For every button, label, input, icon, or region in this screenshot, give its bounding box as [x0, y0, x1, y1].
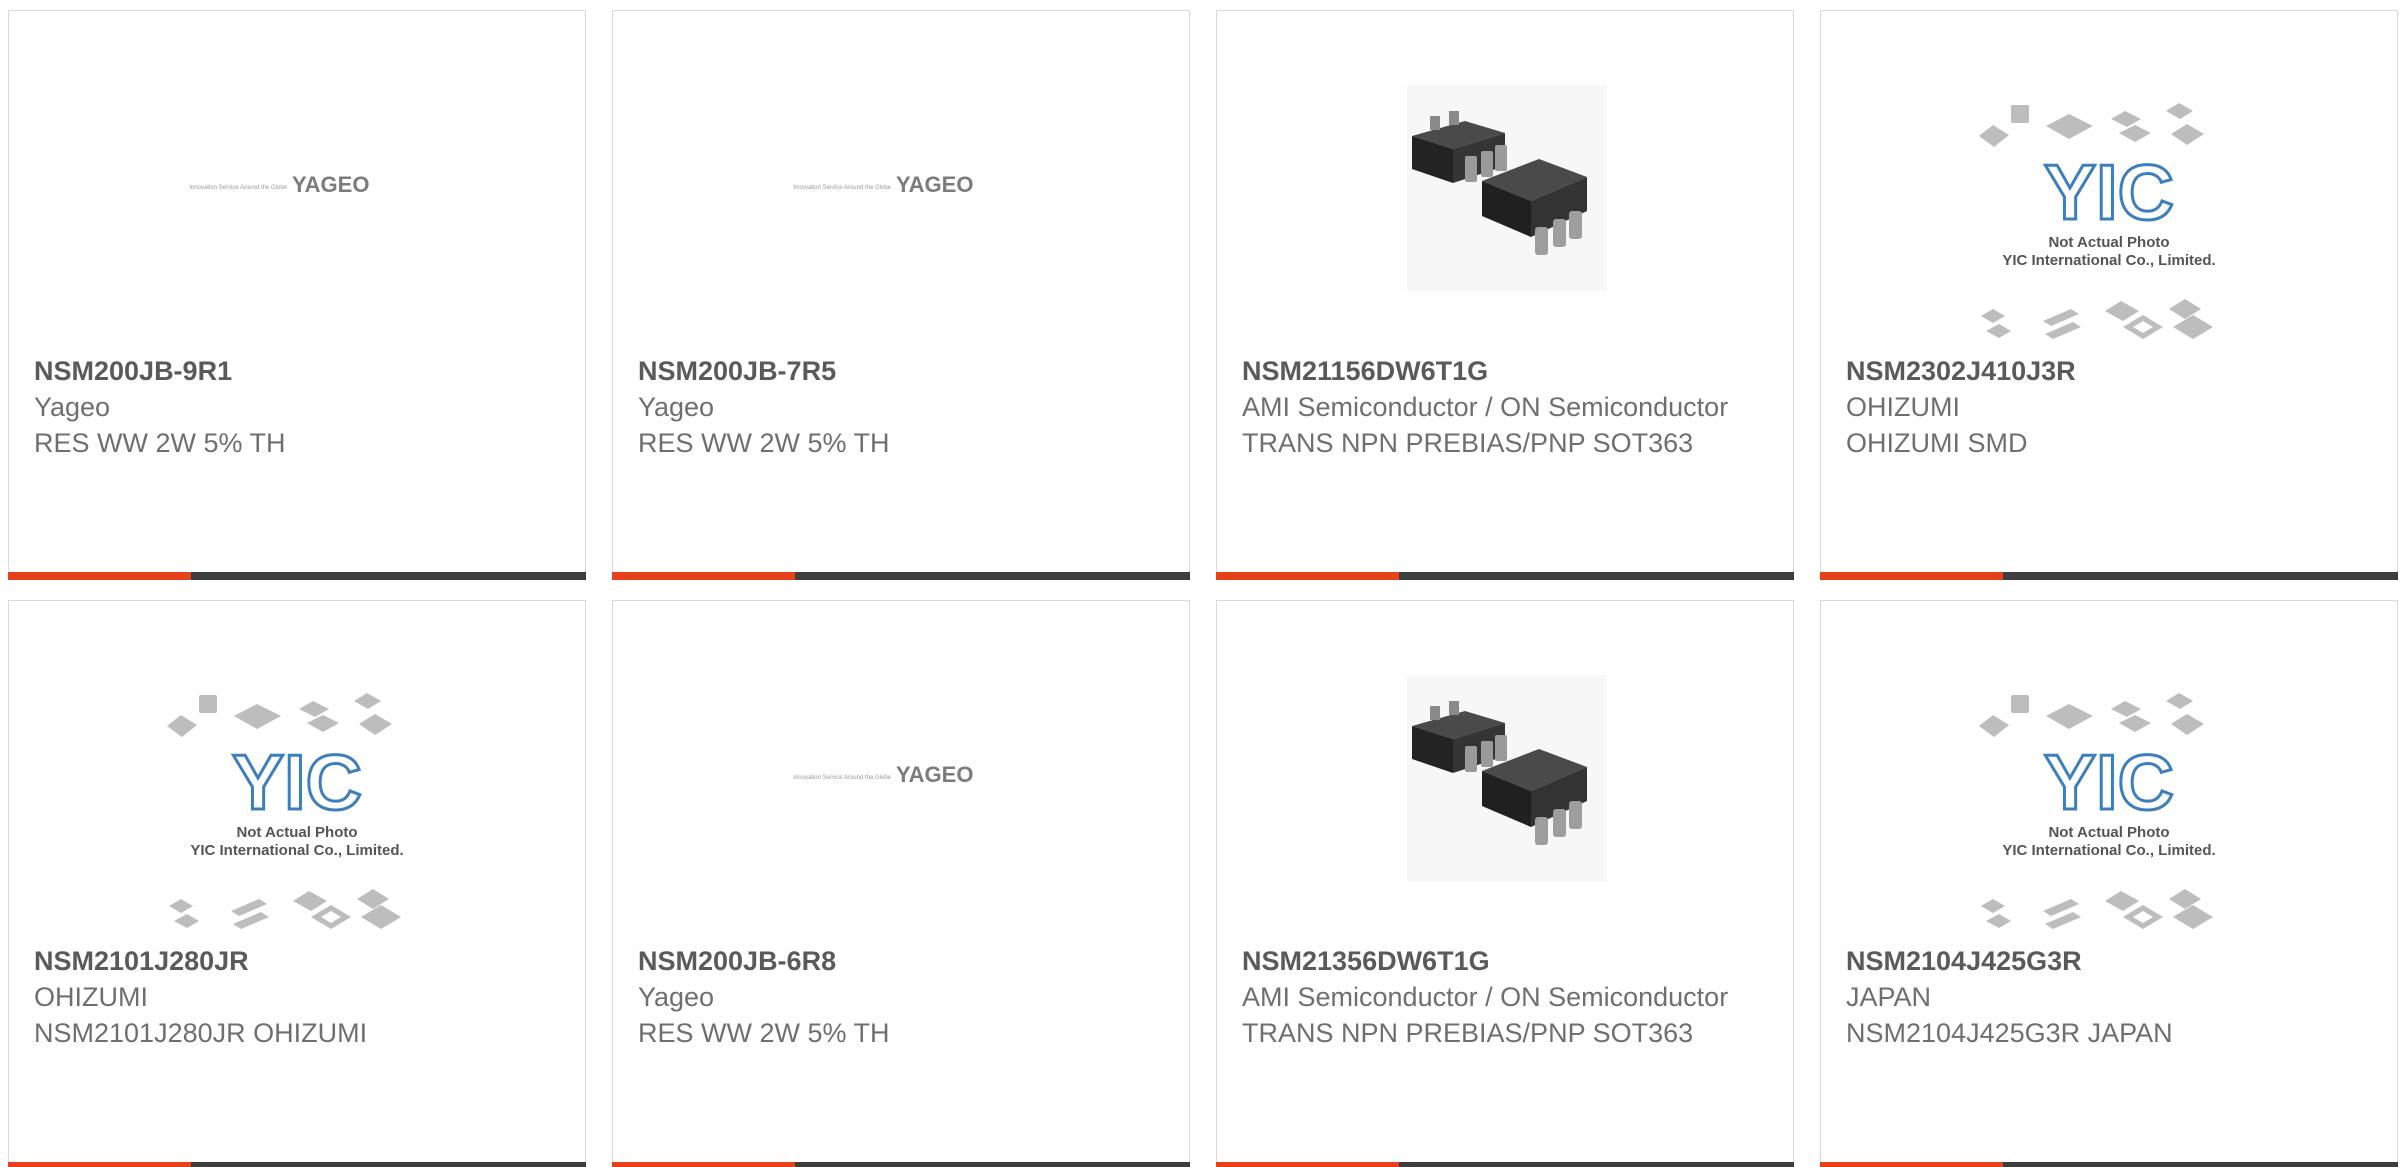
- manufacturer: JAPAN: [1846, 982, 1932, 1012]
- manufacturer: AMI Semiconductor / ON Semiconductor: [1242, 982, 1729, 1012]
- product-card[interactable]: YIC Not Actual Photo YIC International C…: [1820, 10, 2398, 580]
- manufacturer: AMI Semiconductor / ON Semiconductor: [1242, 392, 1729, 422]
- svg-text:YIC International Co., Limited: YIC International Co., Limited.: [2002, 252, 2215, 269]
- card-accent-bar: [8, 1162, 191, 1167]
- product-image[interactable]: Innovation Service Around the Globe YAGE…: [613, 601, 1189, 941]
- card-accent-bar: [612, 572, 795, 580]
- yageo-logo: Innovation Service Around the Globe YAGE…: [793, 172, 973, 197]
- svg-text:YIC International Co., Limited: YIC International Co., Limited.: [190, 842, 403, 859]
- product-card[interactable]: Innovation Service Around the Globe YAGE…: [612, 600, 1190, 1167]
- yic-placeholder: YIC Not Actual Photo YIC International C…: [167, 693, 404, 929]
- part-number[interactable]: NSM200JB-6R8: [638, 943, 1158, 979]
- card-accent-bar: [1216, 572, 1399, 580]
- card-accent-bar: [1216, 1162, 1399, 1167]
- svg-text:YAGEO: YAGEO: [896, 762, 973, 787]
- card-bottom-bar: [1216, 572, 1794, 580]
- sot363-photo: [1407, 675, 1607, 881]
- svg-text:YIC: YIC: [2044, 148, 2174, 236]
- svg-text:Not Actual Photo: Not Actual Photo: [236, 824, 357, 841]
- sot363-photo: [1407, 85, 1607, 291]
- card-bottom-bar: [8, 572, 586, 580]
- description: RES WW 2W 5% TH: [34, 428, 286, 458]
- svg-text:YAGEO: YAGEO: [896, 172, 973, 197]
- card-accent-bar: [1820, 572, 2003, 580]
- manufacturer: OHIZUMI: [1846, 392, 1960, 422]
- card-accent-bar: [8, 572, 191, 580]
- card-bottom-bar: [1820, 1162, 2398, 1167]
- part-number[interactable]: NSM21156DW6T1G: [1242, 353, 1762, 389]
- card-accent-bar: [1820, 1162, 2003, 1167]
- part-number[interactable]: NSM200JB-9R1: [34, 353, 554, 389]
- card-accent-bar: [612, 1162, 795, 1167]
- part-number[interactable]: NSM21356DW6T1G: [1242, 943, 1762, 979]
- product-image[interactable]: YIC Not Actual Photo YIC International C…: [1821, 11, 2397, 351]
- card-bottom-bar: [1216, 1162, 1794, 1167]
- svg-text:Innovation Service Around the: Innovation Service Around the Globe: [793, 775, 891, 781]
- svg-text:Not Actual Photo: Not Actual Photo: [2048, 824, 2169, 841]
- product-card[interactable]: Innovation Service Around the Globe YAGE…: [8, 10, 586, 580]
- product-card[interactable]: NSM21156DW6T1G AMI Semiconductor / ON Se…: [1216, 10, 1794, 580]
- svg-text:Not Actual Photo: Not Actual Photo: [2048, 234, 2169, 251]
- svg-text:YIC International Co., Limited: YIC International Co., Limited.: [2002, 842, 2215, 859]
- svg-text:Innovation Service Around the: Innovation Service Around the Globe: [793, 185, 891, 191]
- description: NSM2104J425G3R JAPAN: [1846, 1018, 2173, 1048]
- product-card[interactable]: YIC Not Actual Photo YIC International C…: [8, 600, 586, 1167]
- description: OHIZUMI SMD: [1846, 428, 2028, 458]
- description: TRANS NPN PREBIAS/PNP SOT363: [1242, 428, 1694, 458]
- svg-text:YIC: YIC: [2044, 738, 2174, 826]
- product-image[interactable]: [1217, 601, 1793, 941]
- product-image[interactable]: YIC Not Actual Photo YIC International C…: [1821, 601, 2397, 941]
- svg-text:YIC: YIC: [232, 738, 362, 826]
- manufacturer: Yageo: [638, 392, 715, 422]
- product-image[interactable]: [1217, 11, 1793, 351]
- part-number[interactable]: NSM2101J280JR: [34, 943, 554, 979]
- description: RES WW 2W 5% TH: [638, 1018, 890, 1048]
- product-card[interactable]: YIC Not Actual Photo YIC International C…: [1820, 600, 2398, 1167]
- yic-placeholder: YIC Not Actual Photo YIC International C…: [1979, 103, 2216, 339]
- product-image[interactable]: Innovation Service Around the Globe YAGE…: [9, 11, 585, 351]
- svg-text:YAGEO: YAGEO: [292, 172, 369, 197]
- manufacturer: Yageo: [34, 392, 111, 422]
- card-bottom-bar: [612, 1162, 1190, 1167]
- yageo-logo: Innovation Service Around the Globe YAGE…: [189, 172, 369, 197]
- description: TRANS NPN PREBIAS/PNP SOT363: [1242, 1018, 1694, 1048]
- part-number[interactable]: NSM2104J425G3R: [1846, 943, 2366, 979]
- product-grid: Innovation Service Around the Globe YAGE…: [0, 0, 2400, 1167]
- part-number[interactable]: NSM200JB-7R5: [638, 353, 1158, 389]
- yageo-logo: Innovation Service Around the Globe YAGE…: [793, 762, 973, 787]
- product-card[interactable]: NSM21356DW6T1G AMI Semiconductor / ON Se…: [1216, 600, 1794, 1167]
- manufacturer: OHIZUMI: [34, 982, 148, 1012]
- card-bottom-bar: [8, 1162, 586, 1167]
- card-bottom-bar: [1820, 572, 2398, 580]
- part-number[interactable]: NSM2302J410J3R: [1846, 353, 2366, 389]
- product-image[interactable]: Innovation Service Around the Globe YAGE…: [613, 11, 1189, 351]
- description: RES WW 2W 5% TH: [638, 428, 890, 458]
- card-bottom-bar: [612, 572, 1190, 580]
- product-card[interactable]: Innovation Service Around the Globe YAGE…: [612, 10, 1190, 580]
- description: NSM2101J280JR OHIZUMI: [34, 1018, 368, 1048]
- svg-text:Innovation Service Around the: Innovation Service Around the Globe: [189, 185, 287, 191]
- product-image[interactable]: YIC Not Actual Photo YIC International C…: [9, 601, 585, 941]
- manufacturer: Yageo: [638, 982, 715, 1012]
- yic-placeholder: YIC Not Actual Photo YIC International C…: [1979, 693, 2216, 929]
